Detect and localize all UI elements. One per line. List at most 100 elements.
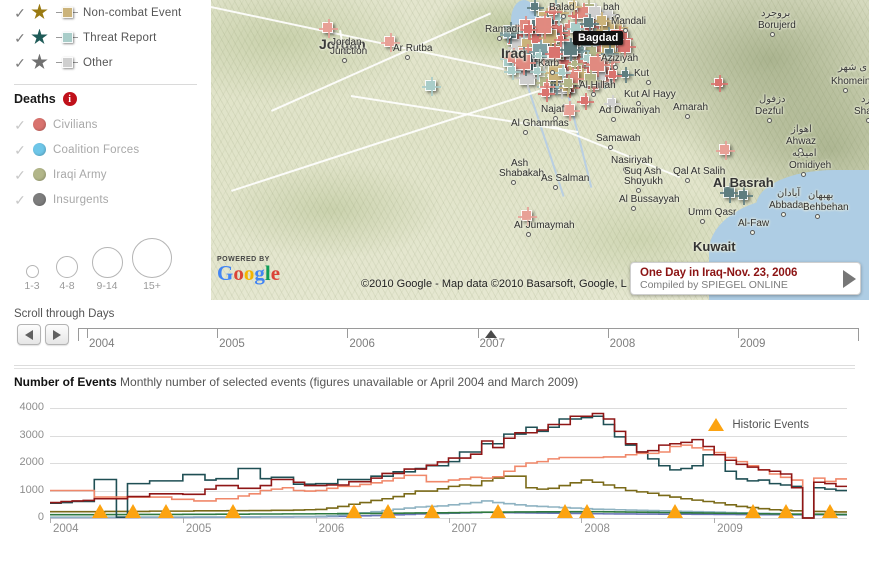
incident-marker[interactable] <box>553 32 569 48</box>
map-label: Najaf <box>541 104 565 115</box>
historic-event-marker[interactable] <box>158 504 175 518</box>
checkmark-icon[interactable]: ✓ <box>14 143 26 157</box>
incident-marker[interactable] <box>560 101 580 121</box>
marker-tick <box>584 93 587 110</box>
incident-marker[interactable] <box>422 77 441 96</box>
map-label: Kut Al Hayy <box>624 89 676 100</box>
historic-event-marker[interactable] <box>556 504 573 518</box>
historic-event-marker[interactable] <box>822 504 839 518</box>
incident-marker[interactable] <box>555 65 572 82</box>
incident-marker[interactable] <box>577 93 594 110</box>
incident-marker[interactable] <box>618 67 634 83</box>
event-legend-item[interactable]: ✓ Non-combat Event <box>14 0 197 25</box>
historic-event-marker[interactable] <box>778 504 795 518</box>
map-label: Ad Diwaniyah <box>599 105 661 116</box>
incident-marker[interactable] <box>532 14 558 40</box>
marker-tick <box>560 32 563 48</box>
map-label: Nasiriyah <box>611 155 653 166</box>
map-label: دزفول <box>759 94 786 105</box>
marker-tick <box>511 63 514 80</box>
incident-marker[interactable] <box>605 67 622 84</box>
deaths-legend-item[interactable]: ✓ Iraqi Army <box>14 162 197 187</box>
deaths-legend-item[interactable]: ✓ Civilians <box>14 112 197 137</box>
map-city-dot <box>526 232 531 237</box>
google-logo-letter: o <box>233 261 244 285</box>
incident-marker[interactable] <box>538 85 555 102</box>
map-city-dot <box>781 212 786 217</box>
historic-event-marker[interactable] <box>224 504 241 518</box>
incident-marker[interactable] <box>716 141 735 160</box>
deaths-legend-label: Insurgents <box>53 193 109 206</box>
square-marker-icon <box>56 29 78 47</box>
map-city-dot <box>561 14 566 19</box>
historic-event-marker[interactable] <box>744 504 761 518</box>
checkmark-icon[interactable]: ✓ <box>14 56 26 70</box>
historic-event-marker[interactable] <box>379 504 396 518</box>
map-label: Ahwaz <box>786 136 817 147</box>
map-city-dot <box>685 114 690 119</box>
map-label: Dezful <box>755 106 784 117</box>
next-day-button[interactable] <box>45 324 69 345</box>
star-marker-icon <box>31 53 51 73</box>
prev-day-button[interactable] <box>17 324 41 345</box>
incident-marker[interactable] <box>504 63 521 80</box>
map-label: Amarah <box>673 102 709 113</box>
timeline-scrubber[interactable]: Scroll through Days 1/29/2007 2004200520… <box>0 300 869 368</box>
map-city-dot <box>646 80 651 85</box>
historic-event-marker[interactable] <box>91 504 108 518</box>
x-axis-tick <box>448 518 450 523</box>
deaths-legend-item[interactable]: ✓ Coalition Forces <box>14 137 197 162</box>
right-arrow-icon <box>53 329 61 340</box>
map-label: ی شهر <box>838 62 868 73</box>
event-legend-item[interactable]: ✓ Threat Report <box>14 25 197 50</box>
one-day-in-iraq-panel[interactable]: One Day in Iraq-Nov. 23, 2006 Compiled b… <box>630 262 861 295</box>
deaths-legend-item[interactable]: ✓ Insurgents <box>14 187 197 212</box>
timeline-handle[interactable] <box>485 330 497 338</box>
historic-event-marker[interactable] <box>125 504 142 518</box>
incident-marker[interactable] <box>560 75 578 93</box>
incident-marker[interactable] <box>711 75 728 92</box>
info-icon[interactable]: i <box>62 92 77 106</box>
map-city-dot <box>685 178 690 183</box>
death-color-dot <box>33 168 46 181</box>
historic-event-marker[interactable] <box>346 504 363 518</box>
year-label: 2004 <box>89 338 115 350</box>
checkmark-icon[interactable]: ✓ <box>14 193 26 207</box>
map-label: Al Bussayyah <box>619 194 680 205</box>
checkmark-icon[interactable]: ✓ <box>14 168 26 182</box>
map-label: Kuwait <box>693 239 736 254</box>
x-axis-label: 2008 <box>584 523 610 535</box>
historic-event-marker[interactable] <box>667 504 684 518</box>
marker-tick <box>625 67 627 83</box>
map-label: اهواز <box>791 124 812 135</box>
next-day-arrow-icon[interactable] <box>843 269 856 288</box>
checkmark-icon[interactable]: ✓ <box>14 31 26 45</box>
incident-marker[interactable] <box>580 14 600 34</box>
map-city-dot <box>750 230 755 235</box>
event-legend-label: Other <box>83 56 113 69</box>
map-label: Shabakah <box>499 168 545 179</box>
map-canvas[interactable]: Iraq Jordan Kuwait Ramadi Jordan Junction Ar R… <box>211 0 869 300</box>
marker-tick <box>543 14 546 40</box>
incident-marker[interactable] <box>526 0 544 17</box>
incident-marker[interactable] <box>520 21 538 39</box>
checkmark-icon[interactable]: ✓ <box>14 6 26 20</box>
y-axis-label: 0 <box>37 511 44 523</box>
year-tick <box>217 329 219 338</box>
google-logo-letter: o <box>243 261 255 285</box>
incident-marker[interactable] <box>319 19 338 38</box>
event-type-legend: ✓ Non-combat Event ✓ Threat Report ✓ Other <box>14 0 197 75</box>
map-label: کرد <box>861 94 869 105</box>
event-legend-item[interactable]: ✓ Other <box>14 50 197 75</box>
year-label: 2007 <box>479 338 506 350</box>
historic-event-marker[interactable] <box>578 504 595 518</box>
historic-event-marker[interactable] <box>490 504 507 518</box>
marker-tick <box>718 75 721 92</box>
checkmark-icon[interactable]: ✓ <box>14 118 26 132</box>
day-panel-subtitle: Compiled by SPIEGEL ONLINE <box>640 278 788 291</box>
y-axis-label: 2000 <box>19 456 44 468</box>
deaths-title: Deaths <box>14 92 56 106</box>
incident-marker[interactable] <box>735 187 753 205</box>
historic-event-marker[interactable] <box>423 504 440 518</box>
y-axis-label: 1000 <box>19 483 44 496</box>
